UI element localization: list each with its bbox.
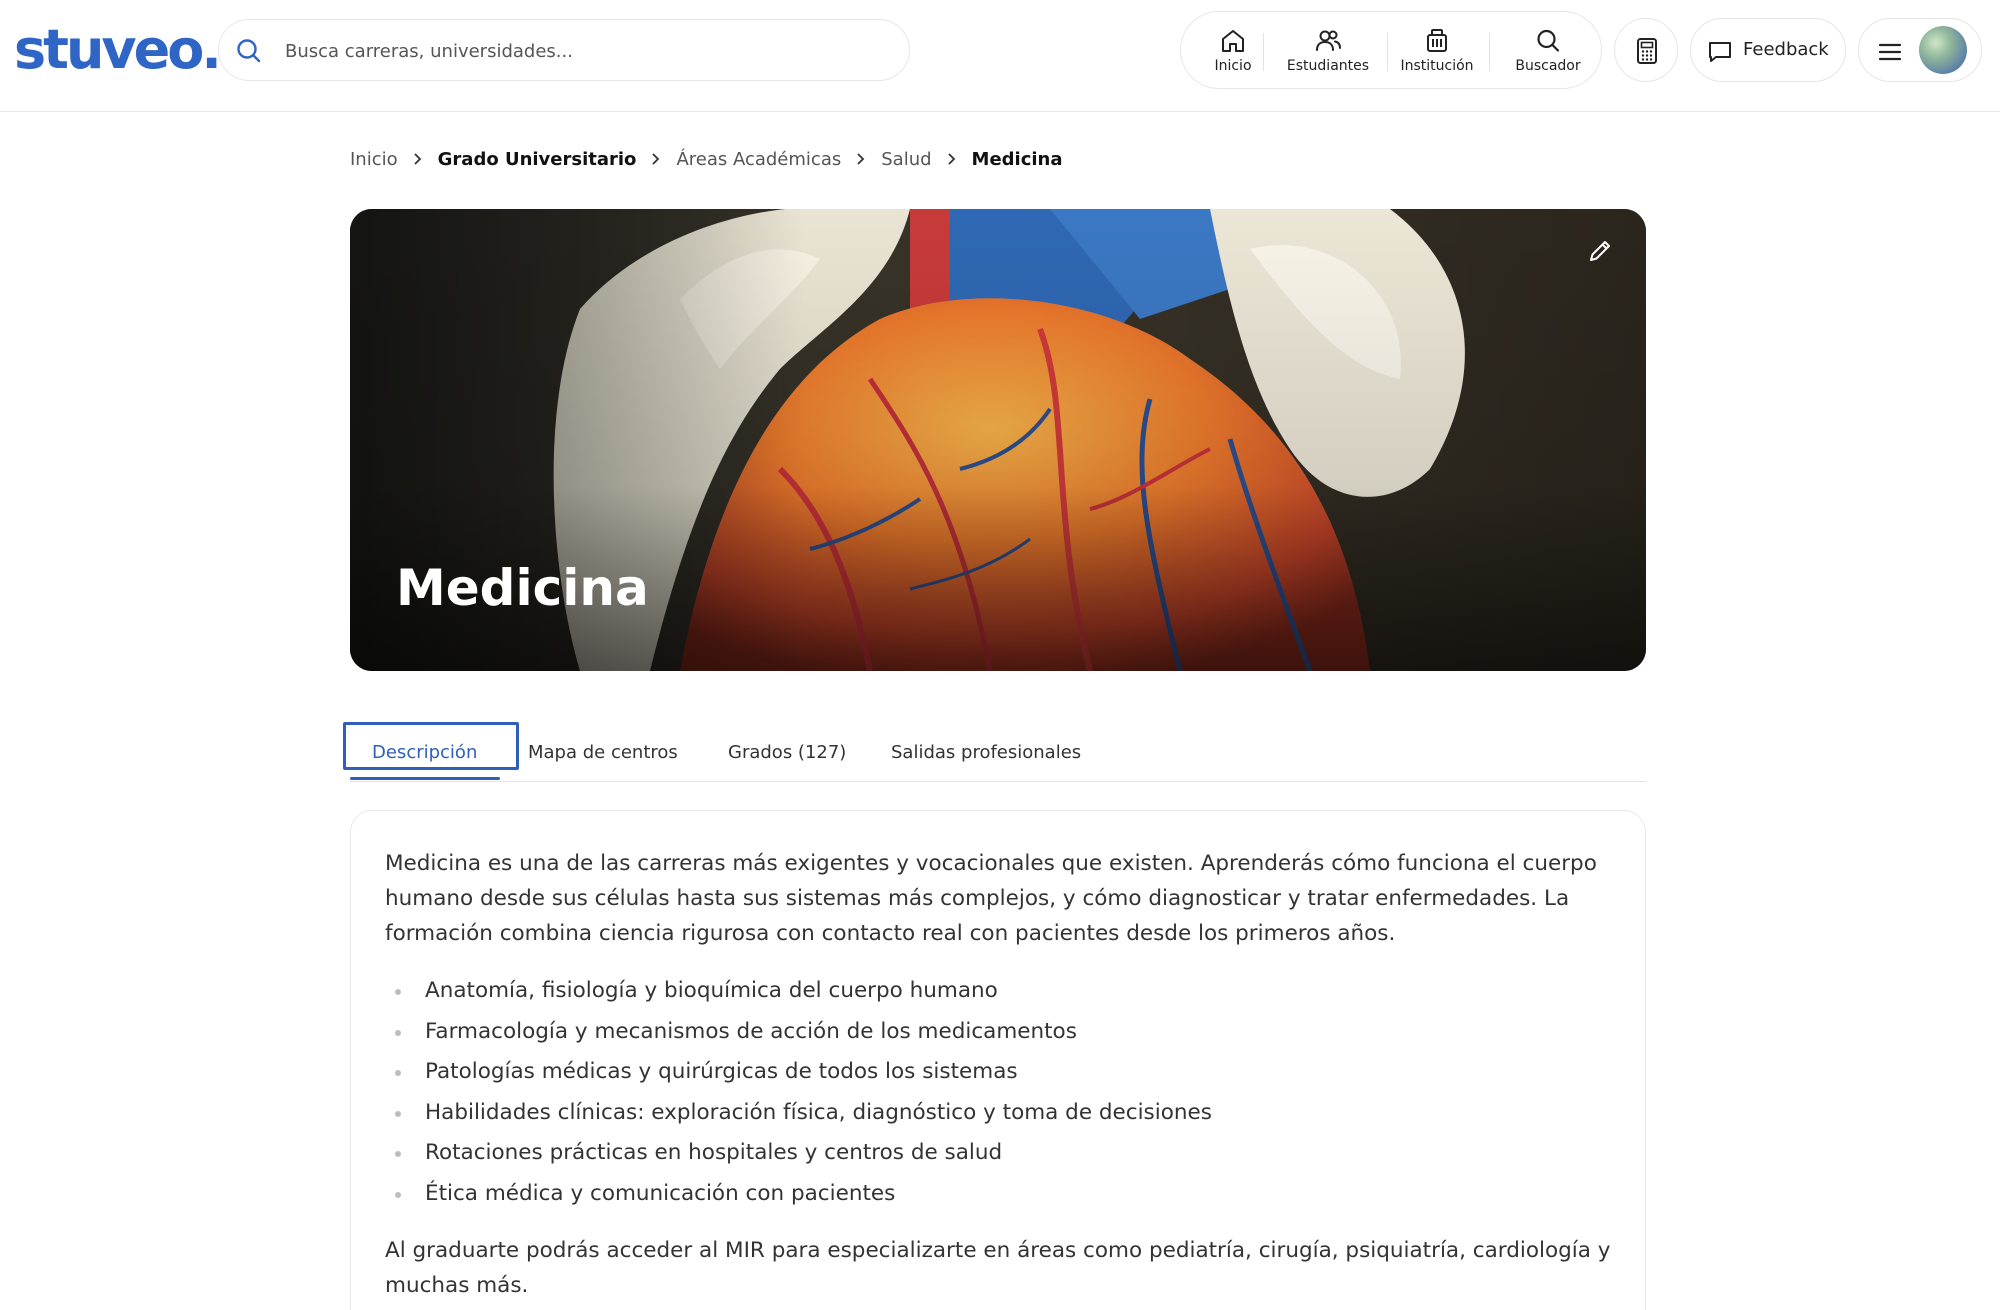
breadcrumb-areas-academicas[interactable]: Áreas Académicas [676, 149, 841, 170]
active-tab-indicator [350, 777, 500, 780]
page-title: Medicina [396, 559, 649, 617]
list-item: Rotaciones prácticas en hospitales y cen… [385, 1133, 1212, 1174]
list-item: Habilidades clínicas: exploración física… [385, 1093, 1212, 1134]
description-card: Medicina es una de las carreras más exig… [350, 810, 1646, 1310]
chevron-right-icon [414, 153, 421, 165]
chevron-right-icon [947, 153, 955, 165]
nav-divider [1387, 33, 1388, 71]
nav-item-institucion[interactable]: Institución [1391, 26, 1483, 80]
pencil-icon[interactable] [1586, 237, 1614, 265]
chevron-right-icon [652, 153, 660, 165]
users-icon [1316, 30, 1341, 51]
hamburger-menu-icon [1878, 43, 1902, 61]
feedback-label: Feedback [1743, 39, 1829, 60]
list-item: Anatomía, fisiología y bioquímica del cu… [385, 971, 1212, 1012]
top-header: stuveo. Inicio Estudiantes [0, 0, 2000, 112]
search-icon [237, 39, 261, 63]
breadcrumb: Inicio Grado Universitario Áreas Académi… [350, 146, 1063, 172]
calculator-icon [1637, 38, 1657, 64]
list-item: Farmacología y mecanismos de acción de l… [385, 1012, 1212, 1053]
search-input[interactable] [285, 32, 885, 70]
chevron-right-icon [857, 153, 865, 165]
section-tabs: Descripción Mapa de centros Grados (127)… [343, 718, 1646, 782]
home-icon [1222, 30, 1244, 52]
list-item: Patologías médicas y quirúrgicas de todo… [385, 1052, 1212, 1093]
nav-divider [1263, 33, 1264, 71]
tab-mapa-de-centros[interactable]: Mapa de centros [528, 742, 678, 763]
chat-bubble-icon [1709, 42, 1731, 62]
building-icon [1427, 29, 1447, 52]
nav-label: Inicio [1214, 58, 1252, 74]
stuveo-logo[interactable]: stuveo. [14, 20, 222, 80]
user-menu-button[interactable] [1858, 18, 1982, 82]
breadcrumb-salud[interactable]: Salud [881, 149, 931, 170]
intro-paragraph: Medicina es una de las carreras más exig… [385, 851, 1597, 946]
breadcrumb-grado-universitario[interactable]: Grado Universitario [438, 149, 637, 170]
outro-paragraph: Al graduarte podrás acceder al MIR para … [385, 1238, 1611, 1298]
nav-divider [1489, 33, 1490, 71]
nav-item-estudiantes[interactable]: Estudiantes [1273, 26, 1383, 80]
tab-salidas-profesionales[interactable]: Salidas profesionales [891, 742, 1081, 763]
calculator-button[interactable] [1614, 18, 1678, 82]
breadcrumb-medicina: Medicina [971, 148, 1063, 170]
nav-label: Buscador [1515, 58, 1581, 74]
feedback-button[interactable]: Feedback [1690, 18, 1846, 82]
search-icon [1537, 29, 1560, 52]
breadcrumb-inicio[interactable]: Inicio [350, 149, 398, 170]
tab-descripcion[interactable]: Descripción [372, 742, 477, 763]
main-nav: Inicio Estudiantes Institución Buscador [1180, 11, 1602, 89]
hero-banner: Medicina [350, 209, 1646, 671]
nav-item-buscador[interactable]: Buscador [1503, 26, 1593, 80]
topics-list: Anatomía, fisiología y bioquímica del cu… [385, 971, 1212, 1214]
avatar[interactable] [1919, 26, 1967, 74]
nav-label: Institución [1400, 58, 1474, 74]
tab-grados[interactable]: Grados (127) [728, 742, 846, 763]
search-bar[interactable] [218, 19, 910, 81]
list-item: Ética médica y comunicación con paciente… [385, 1174, 1212, 1215]
nav-item-inicio[interactable]: Inicio [1197, 26, 1269, 80]
nav-label: Estudiantes [1286, 58, 1370, 74]
